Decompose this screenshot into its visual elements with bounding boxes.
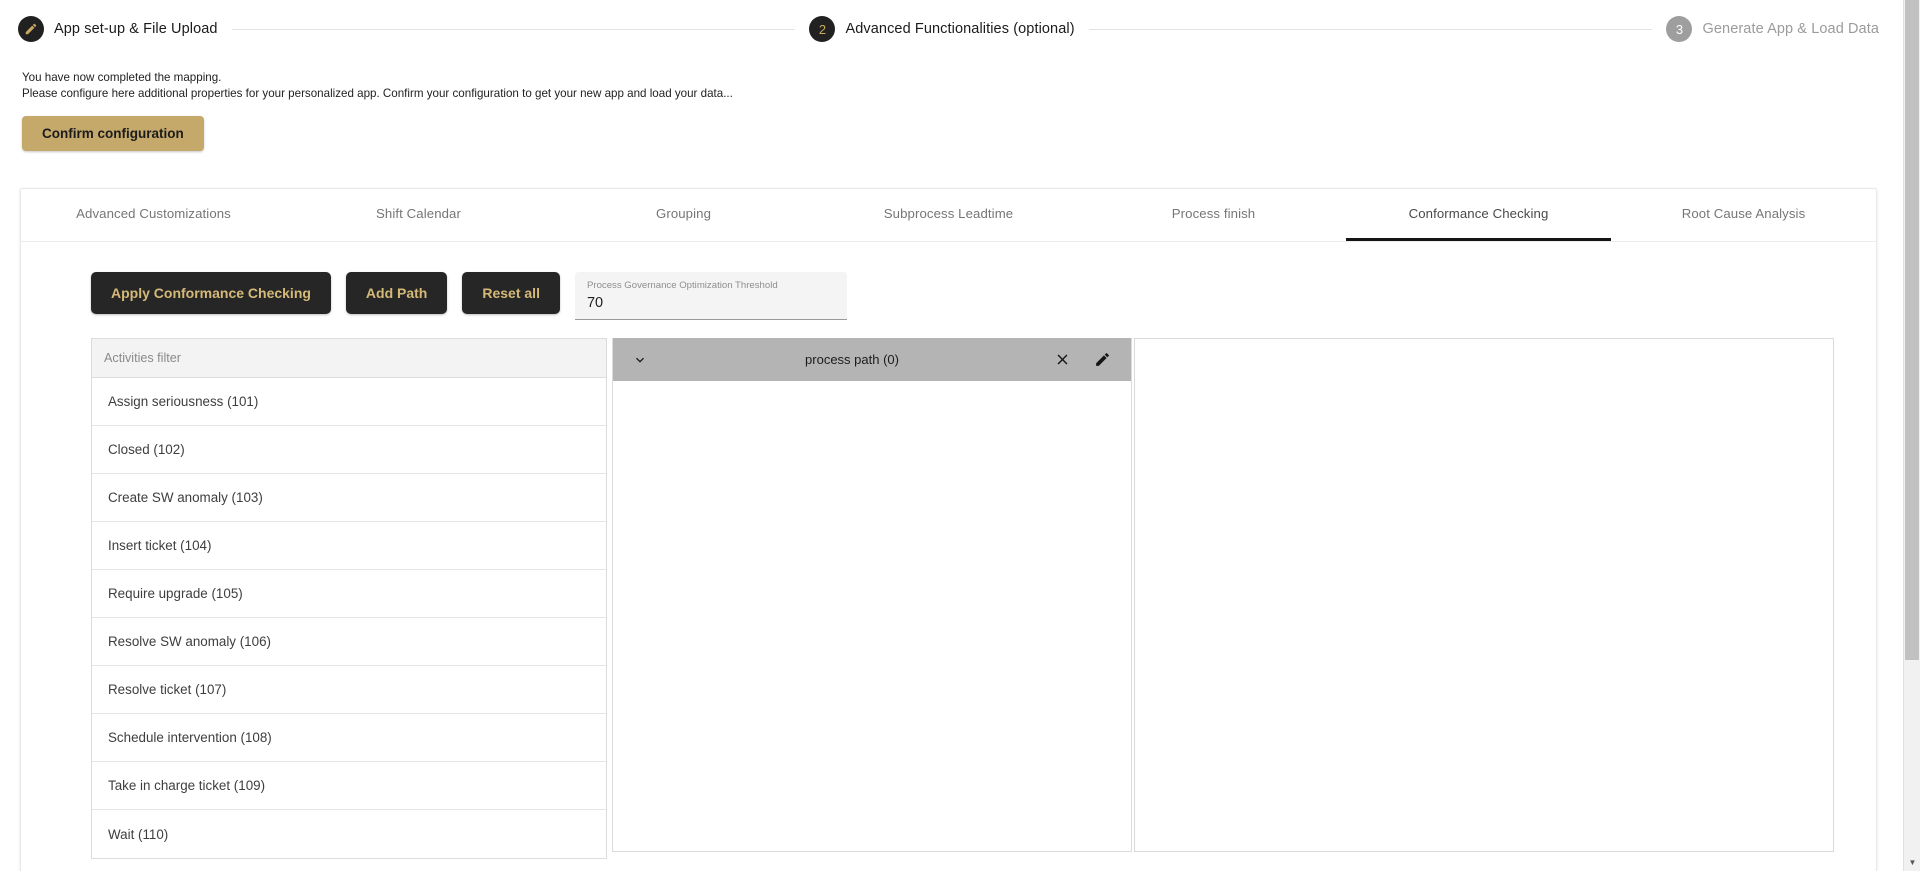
- step-3-label: Generate App & Load Data: [1702, 21, 1880, 37]
- tab-root-cause-analysis[interactable]: Root Cause Analysis: [1611, 189, 1876, 241]
- page-scrollbar-thumb[interactable]: [1905, 0, 1919, 660]
- conformance-panels: Activities filter Assign seriousness (10…: [21, 320, 1876, 859]
- threshold-input[interactable]: [586, 292, 835, 314]
- list-item[interactable]: Resolve ticket (107): [92, 666, 606, 714]
- step-advanced-functionalities[interactable]: 2 Advanced Functionalities (optional): [809, 16, 1075, 42]
- list-item[interactable]: Create SW anomaly (103): [92, 474, 606, 522]
- scroll-down-arrow-icon[interactable]: ▼: [1904, 854, 1920, 871]
- tab-grouping[interactable]: Grouping: [551, 189, 816, 241]
- intro-text: You have now completed the mapping. Plea…: [0, 58, 1920, 102]
- tab-process-finish[interactable]: Process finish: [1081, 189, 1346, 241]
- list-item[interactable]: Insert ticket (104): [92, 522, 606, 570]
- step-2-label: Advanced Functionalities (optional): [845, 21, 1075, 37]
- close-icon[interactable]: [1051, 349, 1073, 371]
- process-path-title: process path (0): [805, 352, 899, 367]
- pencil-icon[interactable]: [1091, 349, 1113, 371]
- list-item[interactable]: Closed (102): [92, 426, 606, 474]
- tab-advanced-customizations[interactable]: Advanced Customizations: [21, 189, 286, 241]
- apply-conformance-checking-button[interactable]: Apply Conformance Checking: [91, 272, 331, 314]
- tab-shift-calendar[interactable]: Shift Calendar: [286, 189, 551, 241]
- process-path-actions: [1051, 349, 1117, 371]
- threshold-field-label: Process Governance Optimization Threshol…: [586, 280, 778, 291]
- list-item[interactable]: Assign seriousness (101): [92, 378, 606, 426]
- list-item[interactable]: Require upgrade (105): [92, 570, 606, 618]
- step-3-badge: 3: [1666, 16, 1693, 42]
- step-1-badge: [18, 16, 44, 42]
- list-item[interactable]: Resolve SW anomaly (106): [92, 618, 606, 666]
- step-2-badge: 2: [809, 16, 836, 42]
- list-item[interactable]: Take in charge ticket (109): [92, 762, 606, 810]
- process-path-body[interactable]: [613, 381, 1131, 851]
- process-path-panel: process path (0): [612, 338, 1132, 852]
- app-page: App set-up & File Upload 2 Advanced Func…: [0, 0, 1920, 871]
- intro-line-2: Please configure here additional propert…: [22, 87, 733, 100]
- activities-filter-header: Activities filter: [91, 338, 607, 378]
- process-path-header: process path (0): [613, 338, 1131, 381]
- step-1-label: App set-up & File Upload: [54, 21, 218, 37]
- step-generate-app-load-data[interactable]: 3 Generate App & Load Data: [1666, 16, 1879, 42]
- add-path-button[interactable]: Add Path: [345, 272, 448, 314]
- action-toolbar: Apply Conformance Checking Add Path Rese…: [21, 242, 1876, 320]
- chevron-down-icon[interactable]: [627, 347, 653, 373]
- list-item[interactable]: Schedule intervention (108): [92, 714, 606, 762]
- tab-bar: Advanced Customizations Shift Calendar G…: [21, 189, 1876, 242]
- conformance-result-panel: [1134, 338, 1834, 852]
- list-item[interactable]: Wait (110): [92, 810, 606, 858]
- tab-subprocess-leadtime[interactable]: Subprocess Leadtime: [816, 189, 1081, 241]
- stepper-connector-1: [231, 28, 796, 30]
- threshold-field[interactable]: Process Governance Optimization Threshol…: [574, 272, 847, 320]
- tab-conformance-checking[interactable]: Conformance Checking: [1346, 189, 1611, 241]
- stepper-connector-2: [1088, 28, 1653, 30]
- reset-all-button[interactable]: Reset all: [462, 272, 560, 314]
- conformance-checking-card: Advanced Customizations Shift Calendar G…: [20, 188, 1877, 871]
- step-app-setup-file-upload[interactable]: App set-up & File Upload: [18, 16, 218, 42]
- activities-list[interactable]: Assign seriousness (101) Closed (102) Cr…: [91, 378, 607, 859]
- confirm-configuration-wrap: Confirm configuration: [0, 102, 1920, 151]
- activities-filter-panel: Activities filter Assign seriousness (10…: [91, 338, 607, 859]
- wizard-stepper: App set-up & File Upload 2 Advanced Func…: [0, 0, 1897, 58]
- confirm-configuration-button[interactable]: Confirm configuration: [22, 116, 204, 151]
- intro-line-1: You have now completed the mapping.: [22, 71, 222, 84]
- page-scrollbar[interactable]: ▼: [1903, 0, 1920, 871]
